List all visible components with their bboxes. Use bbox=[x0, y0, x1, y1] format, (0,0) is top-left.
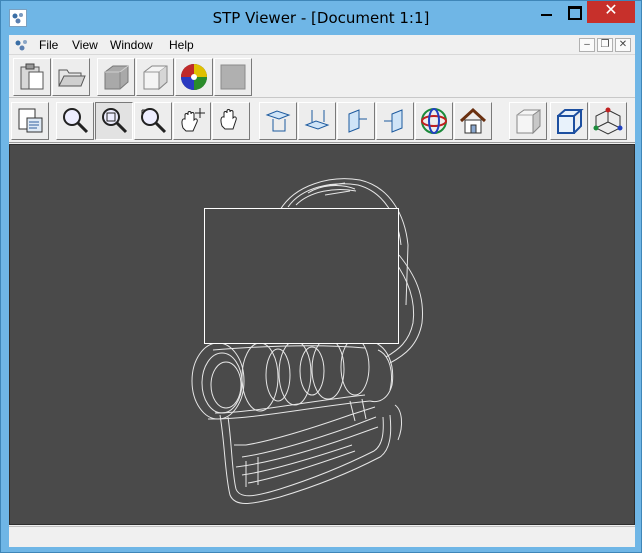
color-button[interactable] bbox=[175, 58, 213, 96]
maximize-button[interactable] bbox=[559, 1, 587, 23]
menu-window[interactable]: Window bbox=[110, 38, 153, 52]
left-view-icon bbox=[348, 109, 367, 133]
minimize-button[interactable] bbox=[529, 1, 559, 23]
main-toolbar bbox=[9, 56, 635, 98]
app-window: STP Viewer - [Document 1:1] ✕ File View … bbox=[0, 0, 642, 553]
top-view-icon bbox=[265, 110, 291, 132]
menu-help[interactable]: Help bbox=[169, 38, 194, 52]
client-area: File View Window Help – ❐ ✕ bbox=[9, 35, 635, 547]
zoom-icon bbox=[63, 108, 89, 134]
status-bar bbox=[9, 526, 635, 547]
axis-sphere-icon bbox=[421, 108, 447, 134]
mdi-minimize-button[interactable]: – bbox=[579, 38, 595, 52]
mdi-close-button[interactable]: ✕ bbox=[615, 38, 631, 52]
open-button[interactable] bbox=[52, 58, 90, 96]
color-wheel-icon bbox=[181, 64, 207, 90]
top-view-button[interactable] bbox=[259, 102, 297, 140]
close-button[interactable]: ✕ bbox=[587, 1, 635, 23]
right-view-icon bbox=[384, 109, 403, 133]
pan-icon bbox=[181, 108, 205, 132]
paste-icon bbox=[20, 63, 44, 90]
zoom-dynamic-button[interactable] bbox=[134, 102, 172, 140]
axis-triad-icon bbox=[593, 107, 623, 135]
zoom-selection-rectangle[interactable] bbox=[204, 208, 399, 344]
shaded-cube-gray-icon bbox=[104, 65, 129, 90]
mdi-restore-button[interactable]: ❐ bbox=[597, 38, 613, 52]
pan-button[interactable] bbox=[173, 102, 211, 140]
zoom-button[interactable] bbox=[56, 102, 94, 140]
shaded-mode-icon bbox=[516, 109, 541, 135]
paste-button[interactable] bbox=[13, 58, 51, 96]
menu-bar: File View Window Help – ❐ ✕ bbox=[9, 35, 635, 55]
document-select-icon bbox=[18, 108, 43, 133]
axis-sphere-button[interactable] bbox=[415, 102, 453, 140]
blank-disabled-icon bbox=[220, 64, 246, 90]
disabled-button[interactable] bbox=[214, 58, 252, 96]
shaded-cube-white-icon bbox=[143, 65, 168, 91]
zoom-window-button[interactable] bbox=[95, 102, 133, 140]
menu-file[interactable]: File bbox=[39, 38, 58, 52]
document-select-button[interactable] bbox=[11, 102, 49, 140]
open-folder-icon bbox=[58, 69, 86, 87]
document-icon[interactable] bbox=[14, 38, 30, 52]
right-view-button[interactable] bbox=[376, 102, 414, 140]
wireframe-mode-icon bbox=[557, 109, 584, 134]
zoom-dynamic-icon bbox=[141, 108, 167, 134]
view-toolbar bbox=[9, 99, 635, 143]
zoom-window-icon bbox=[102, 108, 128, 134]
bottom-view-icon bbox=[304, 110, 330, 130]
wireframe-mode-button[interactable] bbox=[550, 102, 588, 140]
3d-viewport[interactable] bbox=[9, 144, 635, 525]
rotate-hand-icon bbox=[220, 109, 237, 130]
menu-view[interactable]: View bbox=[72, 38, 98, 52]
rotate-button[interactable] bbox=[212, 102, 250, 140]
home-view-icon bbox=[459, 107, 487, 134]
shaded-mode-button[interactable] bbox=[509, 102, 547, 140]
title-bar[interactable]: STP Viewer - [Document 1:1] ✕ bbox=[1, 1, 641, 35]
shaded-white-button[interactable] bbox=[136, 58, 174, 96]
left-view-button[interactable] bbox=[337, 102, 375, 140]
axis-triad-button[interactable] bbox=[589, 102, 627, 140]
home-view-button[interactable] bbox=[454, 102, 492, 140]
bottom-view-button[interactable] bbox=[298, 102, 336, 140]
shaded-gray-button[interactable] bbox=[97, 58, 135, 96]
